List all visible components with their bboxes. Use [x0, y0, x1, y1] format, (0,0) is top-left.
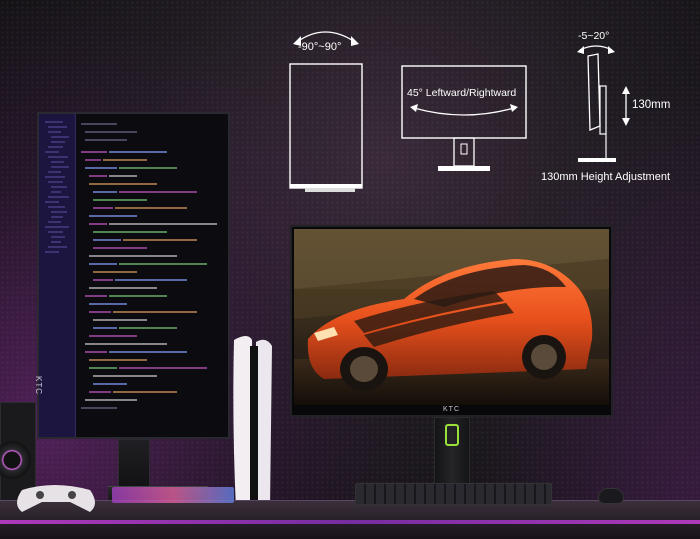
tilt-stand-base: [578, 158, 616, 162]
rotated-monitor-base: [305, 188, 355, 192]
swivel-arrow-icon: [413, 107, 515, 116]
rotated-monitor-edge: [290, 184, 362, 188]
keyboard-right: [355, 483, 552, 505]
main-monitor-logo: KTC: [443, 406, 460, 413]
game-console: [226, 332, 278, 518]
code-editor-area: [77, 118, 226, 435]
rgb-keyboard-left: [112, 487, 234, 503]
tilt-height-diagram: [570, 20, 680, 175]
main-monitor-stand: [434, 417, 470, 489]
height-caption: 130mm Height Adjustment: [541, 171, 671, 183]
tilt-stand-neck: [599, 85, 607, 135]
tilt-monitor-side: [587, 53, 601, 131]
swivel-diagram-svg: [401, 65, 527, 171]
swivel-stand-neck: [453, 137, 475, 167]
swivel-arrow-head-right: [510, 104, 518, 112]
swivel-arrow-head-left: [410, 104, 418, 112]
code-editor-sidebar: [39, 114, 76, 437]
gamepad-right-stick: [68, 491, 76, 499]
height-arrow-head-top: [622, 86, 630, 94]
rotation-arrow-head-right: [351, 36, 359, 46]
main-stand-cable-ring: [445, 424, 459, 446]
gamepad-body: [17, 485, 95, 512]
gamepad-left-stick: [36, 491, 44, 499]
game-console-svg: [226, 336, 278, 516]
swivel-monitor-outline: [401, 65, 527, 139]
height-arrow-head-bottom: [622, 118, 630, 126]
file-tree-lines: [45, 121, 69, 253]
console-center-core: [250, 346, 258, 510]
console-right-panel: [256, 339, 272, 508]
tilt-height-diagram-svg: [577, 45, 630, 162]
desk-led-strip: [0, 520, 700, 524]
portrait-monitor-stand: [118, 439, 150, 491]
swivel-label: 45° Leftward/Rightward: [407, 87, 517, 99]
tilt-arrow-head-right: [608, 46, 615, 54]
portrait-monitor: KTC: [34, 112, 230, 439]
car-rear-rim: [531, 344, 557, 370]
car-front-rim: [350, 356, 378, 382]
rotated-monitor-outline: [289, 63, 363, 189]
tilt-label: -5~20°: [578, 30, 610, 42]
swivel-diagram: [400, 64, 530, 179]
swivel-stand-hole: [460, 143, 468, 155]
code-lines: [81, 123, 217, 409]
main-monitor: KTC: [290, 225, 613, 417]
gamepad-svg: [17, 485, 95, 512]
sports-car-image: [294, 229, 609, 405]
height-value-label: 130mm: [632, 99, 671, 111]
speaker-cone: [0, 441, 31, 479]
portrait-monitor-logo: KTC: [34, 376, 43, 395]
gamepad: [14, 480, 98, 519]
main-monitor-screen: [294, 229, 609, 405]
swivel-stand-base: [438, 166, 490, 171]
rotation-label: -90°~90°: [298, 41, 342, 53]
mouse: [598, 488, 624, 504]
tilt-arrow-head-left: [577, 46, 584, 54]
tilt-arrow-icon: [579, 45, 613, 51]
